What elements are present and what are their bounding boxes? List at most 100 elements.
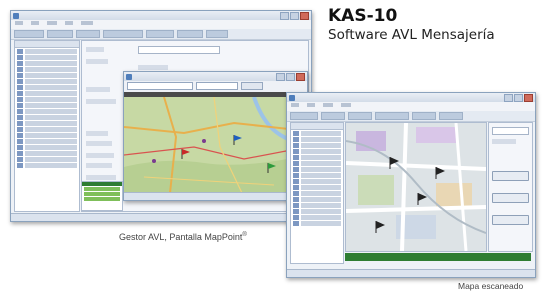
tree-item[interactable] — [293, 185, 341, 190]
toolbar — [287, 111, 535, 122]
maximize-icon[interactable] — [514, 93, 523, 102]
menu-item[interactable] — [81, 21, 93, 25]
tree-item[interactable] — [293, 155, 341, 160]
scanned-map-window — [286, 92, 536, 278]
close-icon[interactable] — [524, 93, 533, 102]
tree-item[interactable] — [293, 173, 341, 178]
tree-item[interactable] — [17, 73, 77, 78]
caption-avl-manager-text: Gestor AVL, Pantalla MapPoint — [119, 232, 243, 242]
tree-item[interactable] — [293, 209, 341, 214]
scanned-map[interactable] — [345, 122, 487, 252]
maximize-icon[interactable] — [286, 72, 295, 81]
window-controls — [280, 11, 309, 20]
minimize-icon[interactable] — [504, 93, 513, 102]
close-icon[interactable] — [296, 72, 305, 81]
tree-item[interactable] — [293, 149, 341, 154]
tree-item[interactable] — [293, 143, 341, 148]
minimize-icon[interactable] — [276, 72, 285, 81]
tree-item[interactable] — [17, 85, 77, 90]
dialog-controls — [276, 72, 305, 81]
minimize-icon[interactable] — [280, 11, 289, 20]
list-header — [82, 182, 122, 186]
menu-item[interactable] — [307, 103, 315, 107]
toolbar-button[interactable] — [103, 30, 143, 38]
map-zoom-select[interactable] — [196, 82, 238, 90]
toolbar — [11, 29, 311, 40]
form-label — [86, 59, 108, 64]
dialog-status-bar — [124, 192, 307, 200]
messaging-side-pane — [488, 122, 533, 252]
action-button[interactable] — [492, 193, 529, 203]
tree-item[interactable] — [293, 161, 341, 166]
menu-item[interactable] — [15, 21, 23, 25]
maximize-icon[interactable] — [290, 11, 299, 20]
toolbar-button[interactable] — [146, 30, 174, 38]
map-canvas — [124, 97, 307, 193]
toolbar-button[interactable] — [206, 30, 228, 38]
tree-item[interactable] — [17, 91, 77, 96]
tree-item[interactable] — [17, 139, 77, 144]
tree-item[interactable] — [17, 121, 77, 126]
toolbar-button[interactable] — [14, 30, 44, 38]
tree-item[interactable] — [293, 131, 341, 136]
tree-item[interactable] — [293, 203, 341, 208]
menu-item[interactable] — [341, 103, 351, 107]
menu-item[interactable] — [65, 21, 73, 25]
vehicle-tree-pane — [290, 122, 344, 264]
toolbar-button[interactable] — [439, 112, 463, 120]
recipient-select[interactable] — [492, 127, 529, 135]
tree-item[interactable] — [293, 215, 341, 220]
toolbar-button[interactable] — [348, 112, 372, 120]
toolbar-button[interactable] — [290, 112, 318, 120]
tree-item[interactable] — [17, 49, 77, 54]
tree-item[interactable] — [17, 157, 77, 162]
map-search-input[interactable] — [127, 82, 193, 90]
tree-item[interactable] — [17, 127, 77, 132]
toolbar-button[interactable] — [412, 112, 436, 120]
tree-item[interactable] — [17, 79, 77, 84]
form-label — [86, 163, 112, 168]
tree-item[interactable] — [17, 67, 77, 72]
tree-item[interactable] — [293, 137, 341, 142]
menu-item[interactable] — [323, 103, 333, 107]
event-list-pane[interactable] — [345, 253, 531, 261]
tree-item[interactable] — [17, 103, 77, 108]
tree-item[interactable] — [293, 191, 341, 196]
tree-item[interactable] — [17, 109, 77, 114]
tree-item[interactable] — [17, 145, 77, 150]
list-row[interactable] — [84, 187, 120, 191]
list-row[interactable] — [84, 192, 120, 196]
toolbar-button[interactable] — [76, 30, 100, 38]
send-button[interactable] — [492, 171, 529, 181]
list-row[interactable] — [84, 197, 120, 201]
tree-item[interactable] — [293, 221, 341, 226]
map-go-button[interactable] — [241, 82, 263, 90]
action-button[interactable] — [492, 215, 529, 225]
event-list-pane — [81, 181, 123, 211]
menu-item[interactable] — [47, 21, 57, 25]
toolbar-button[interactable] — [47, 30, 73, 38]
tree-item[interactable] — [17, 151, 77, 156]
tree-item[interactable] — [17, 163, 77, 168]
menu-item[interactable] — [291, 103, 299, 107]
vehicle-tree-pane — [14, 40, 80, 212]
mappoint-map[interactable] — [124, 97, 307, 193]
toolbar-button[interactable] — [177, 30, 203, 38]
tree-item[interactable] — [293, 197, 341, 202]
toolbar-button[interactable] — [375, 112, 409, 120]
close-icon[interactable] — [300, 11, 309, 20]
tree-item[interactable] — [17, 115, 77, 120]
map-block — [436, 183, 472, 209]
tree-item[interactable] — [17, 97, 77, 102]
tree-item[interactable] — [17, 55, 77, 60]
recipient-select[interactable] — [138, 46, 220, 54]
toolbar-button[interactable] — [321, 112, 345, 120]
title-bar — [11, 11, 311, 20]
registered-mark: ® — [242, 232, 247, 238]
tree-item[interactable] — [17, 61, 77, 66]
caption-avl-manager: Gestor AVL, Pantalla MapPoint® — [119, 232, 247, 242]
tree-item[interactable] — [293, 167, 341, 172]
tree-item[interactable] — [293, 179, 341, 184]
menu-item[interactable] — [31, 21, 39, 25]
tree-item[interactable] — [17, 133, 77, 138]
